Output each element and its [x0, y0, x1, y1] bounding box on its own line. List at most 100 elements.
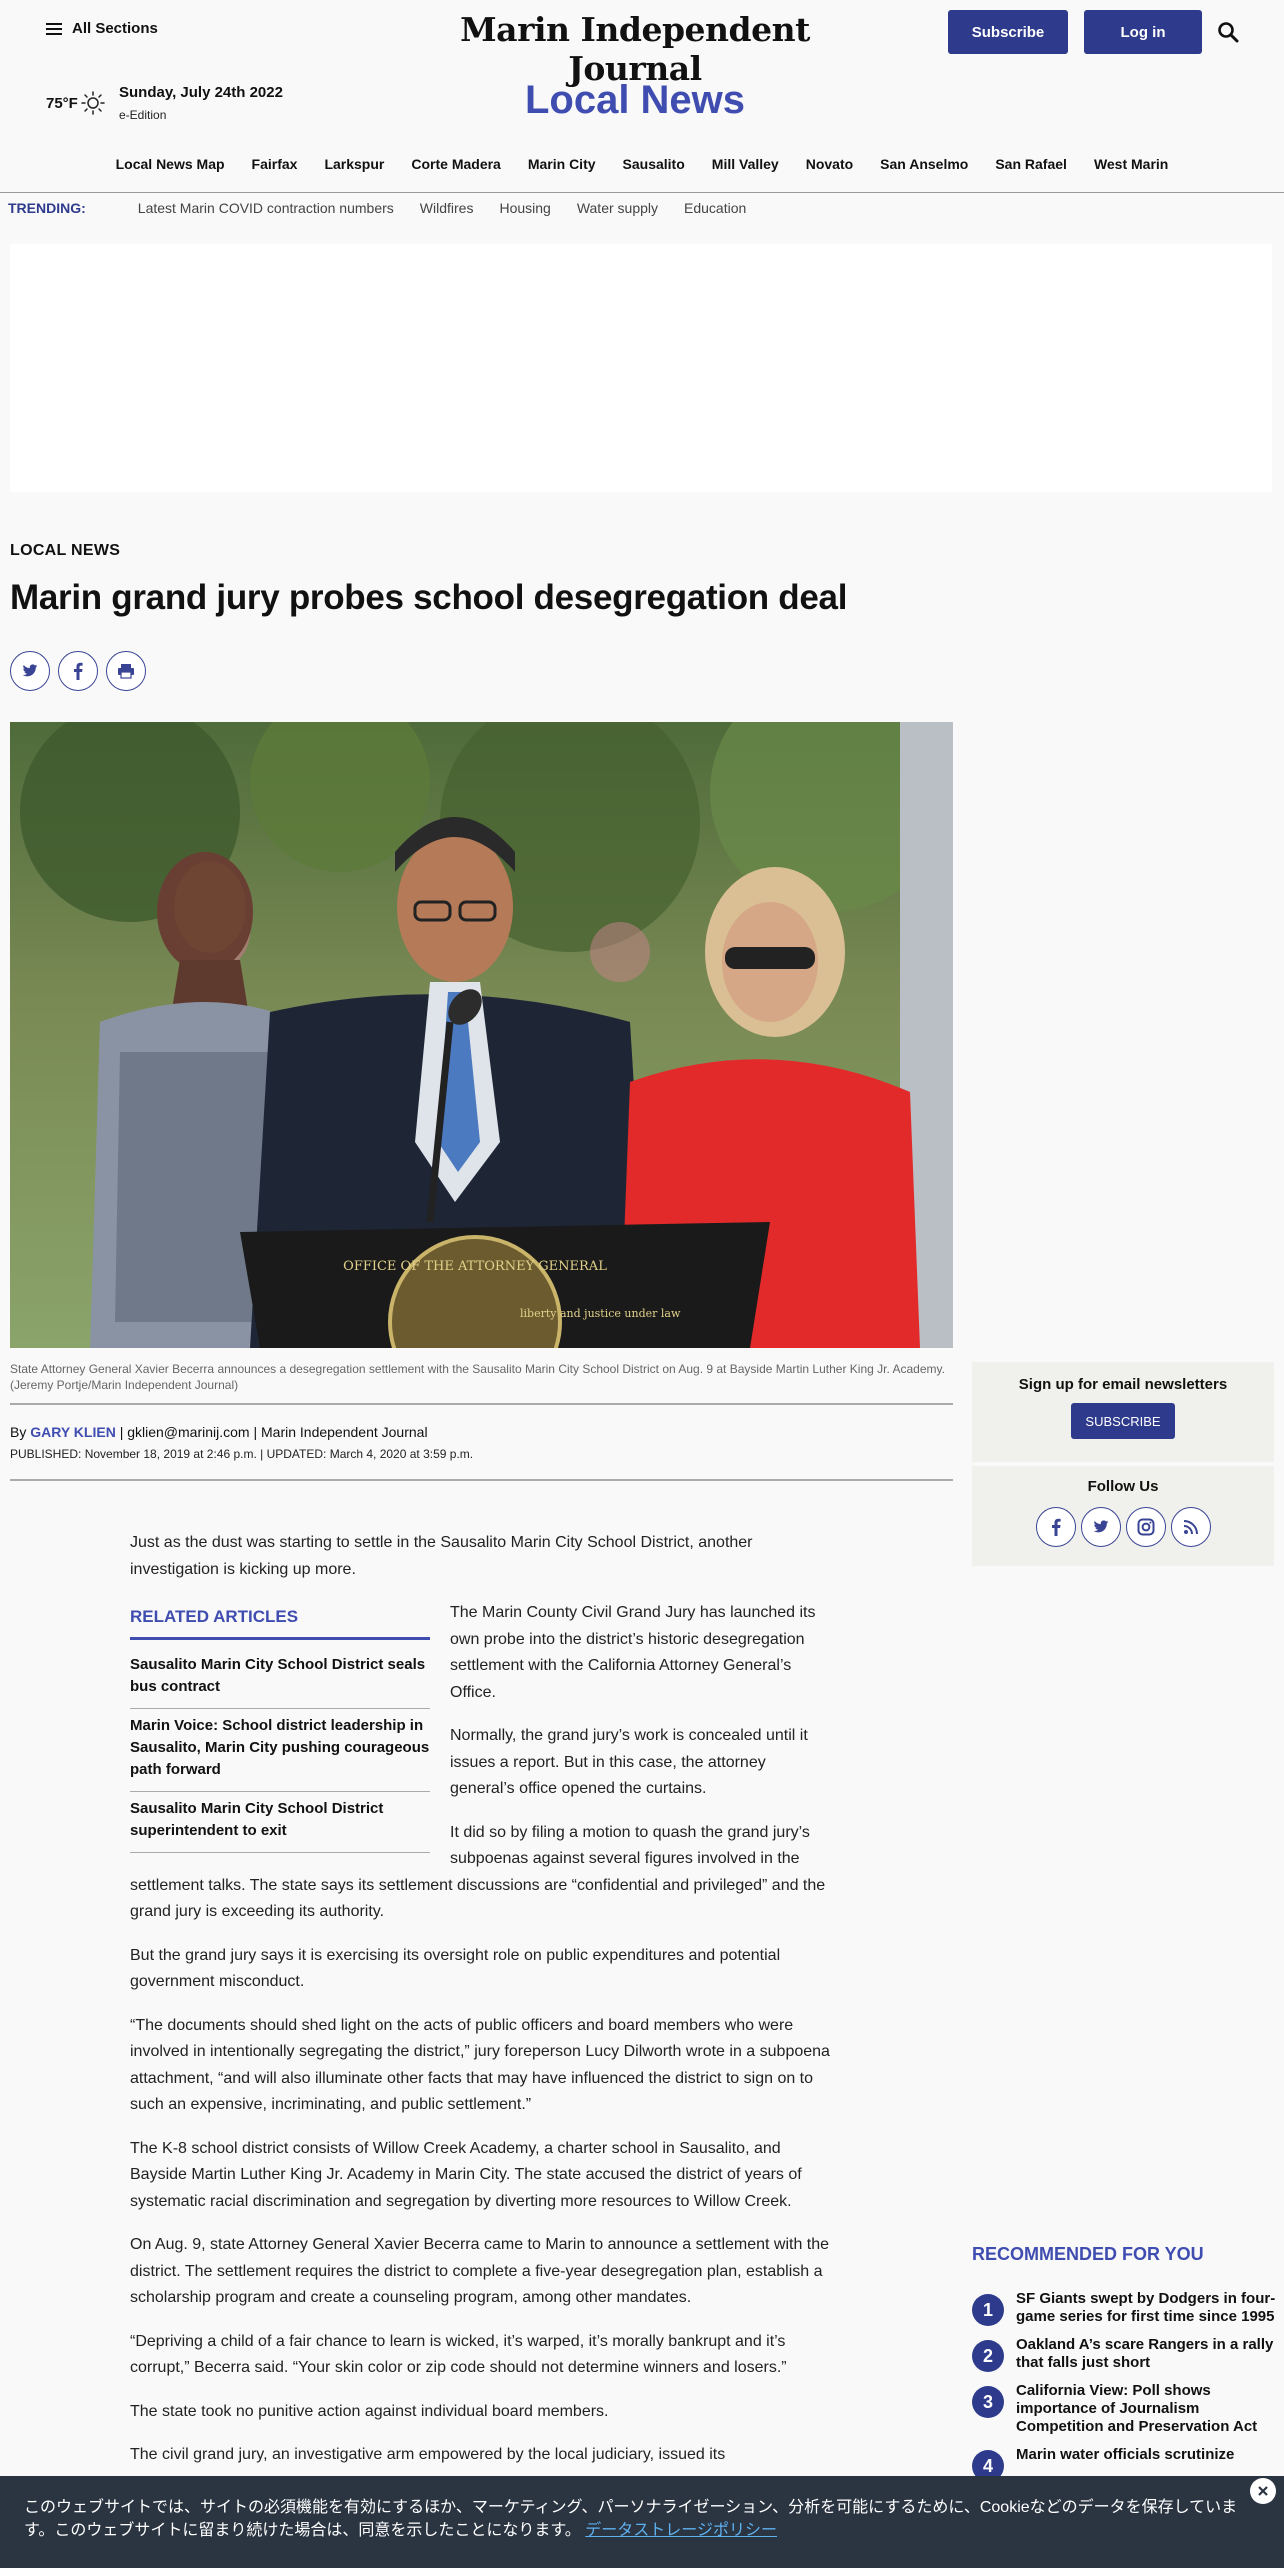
related-article-link[interactable]: Marin Voice: School district leadership …: [130, 1709, 430, 1792]
share-buttons: [10, 651, 146, 691]
site-logo[interactable]: Marin Independent Journal: [450, 10, 820, 88]
nav-item-mill-valley[interactable]: Mill Valley: [712, 156, 779, 172]
follow-facebook-button[interactable]: [1035, 1507, 1076, 1547]
article-paragraph: The K-8 school district consists of Will…: [130, 2139, 802, 2210]
recommended-link[interactable]: Marin water officials scrutinize: [1016, 2446, 1234, 2464]
print-button[interactable]: [106, 651, 146, 691]
trending-item[interactable]: Housing: [499, 200, 550, 216]
trending-item[interactable]: Water supply: [577, 200, 658, 216]
article-lead: Just as the dust was starting to settle …: [130, 1534, 753, 1578]
rss-icon: [1183, 1520, 1198, 1535]
article-paragraph: “Depriving a child of a fair chance to l…: [130, 2332, 787, 2377]
photo-caption: State Attorney General Xavier Becerra an…: [10, 1362, 945, 1392]
nav-item-novato[interactable]: Novato: [806, 156, 853, 172]
recommended-title: RECOMMENDED FOR YOU: [972, 2244, 1204, 2264]
printer-icon: [118, 664, 134, 679]
instagram-icon: [1137, 1518, 1154, 1536]
byline-prefix: By: [10, 1424, 27, 1440]
seal-text: OFFICE OF THE ATTORNEY GENERAL: [343, 1259, 607, 1274]
cookie-banner: このウェブサイトでは、サイトの必須機能を有効にするほか、マーケティング、パーソナ…: [0, 2476, 1284, 2568]
follow-title: Follow Us: [1087, 1478, 1159, 1495]
rank-badge: 2: [972, 2340, 1004, 2372]
ad-placeholder: [10, 244, 1272, 492]
subscribe-button[interactable]: Subscribe: [948, 10, 1068, 54]
current-date: Sunday, July 24th 2022: [119, 84, 283, 101]
newsletter-subscribe-button[interactable]: SUBSCRIBE: [1071, 1403, 1175, 1439]
nav-item-local-news-map[interactable]: Local News Map: [116, 156, 225, 172]
author-link[interactable]: GARY KLIEN: [30, 1424, 116, 1440]
follow-rss-button[interactable]: [1170, 1507, 1211, 1547]
article-photo[interactable]: OFFICE OF THE ATTORNEY GENERAL liberty a…: [10, 722, 953, 1348]
article-paragraph: But the grand jury says it is exercising…: [130, 1946, 781, 1991]
caption-divider: [10, 1403, 953, 1405]
nav-item-san-rafael[interactable]: San Rafael: [995, 156, 1067, 172]
header-divider: [0, 192, 1284, 193]
twitter-icon: [1093, 1520, 1108, 1533]
recommended-list: 1 SF Giants swept by Dodgers in four-gam…: [972, 2290, 1278, 2492]
related-article-link[interactable]: Sausalito Marin City School District sup…: [130, 1792, 430, 1853]
weather-widget[interactable]: 75°F: [46, 90, 106, 116]
close-icon: [1258, 2486, 1268, 2496]
cookie-close-button[interactable]: [1250, 2478, 1276, 2504]
article-kicker[interactable]: LOCAL NEWS: [10, 542, 120, 560]
article-paragraph: The civil grand jury, an investigative a…: [130, 2446, 726, 2463]
trending-item[interactable]: Latest Marin COVID contraction numbers: [138, 200, 394, 216]
publish-dates: PUBLISHED: November 18, 2019 at 2:46 p.m…: [10, 1447, 474, 1461]
temperature: 75°F: [46, 94, 78, 112]
nav-item-marin-city[interactable]: Marin City: [528, 156, 596, 172]
rank-badge: 1: [972, 2294, 1004, 2326]
trending-label: TRENDING:: [8, 200, 86, 216]
facebook-icon: [1051, 1518, 1061, 1536]
related-articles: RELATED ARTICLES Sausalito Marin City Sc…: [130, 1604, 430, 1853]
facebook-icon: [74, 662, 83, 680]
all-sections-button[interactable]: All Sections: [46, 20, 158, 37]
nav-item-larkspur[interactable]: Larkspur: [324, 156, 384, 172]
nav-item-west-marin[interactable]: West Marin: [1094, 156, 1168, 172]
follow-us: Follow Us: [972, 1466, 1274, 1566]
newsletter-signup: Sign up for email newsletters SUBSCRIBE: [972, 1362, 1274, 1462]
site-header: All Sections Marin Independent Journal S…: [0, 0, 1284, 192]
byline: By GARY KLIEN | gklien@marinij.com | Mar…: [10, 1424, 428, 1440]
nav-item-san-anselmo[interactable]: San Anselmo: [880, 156, 968, 172]
article-headline: Marin grand jury probes school desegrega…: [10, 578, 848, 617]
share-twitter-button[interactable]: [10, 651, 50, 691]
section-title[interactable]: Local News: [430, 78, 840, 123]
follow-instagram-button[interactable]: [1125, 1507, 1166, 1547]
data-storage-policy-link[interactable]: データストレージポリシー: [585, 2522, 777, 2539]
article-paragraph: The state took no punitive action agains…: [130, 2402, 609, 2420]
recommended-item[interactable]: 2 Oakland A’s scare Rangers in a rally t…: [972, 2336, 1278, 2372]
trending-bar: TRENDING: Latest Marin COVID contraction…: [8, 200, 746, 216]
byline-divider: [10, 1479, 953, 1481]
eedition-link[interactable]: e-Edition: [119, 108, 166, 122]
article-paragraph: On Aug. 9, state Attorney General Xavier…: [130, 2236, 830, 2306]
recommended-link[interactable]: Oakland A’s scare Rangers in a rally tha…: [1016, 2336, 1278, 2372]
recommended-link[interactable]: SF Giants swept by Dodgers in four-game …: [1016, 2290, 1278, 2326]
rank-badge: 3: [972, 2386, 1004, 2418]
trending-item[interactable]: Wildfires: [420, 200, 474, 216]
section-nav: Local News Map Fairfax Larkspur Corte Ma…: [0, 156, 1284, 172]
all-sections-label: All Sections: [72, 20, 158, 37]
menu-icon: [46, 22, 62, 35]
nav-item-corte-madera[interactable]: Corte Madera: [411, 156, 500, 172]
sun-icon: [81, 91, 105, 115]
article-body: Just as the dust was starting to settle …: [130, 1530, 830, 2486]
newsletter-title: Sign up for email newsletters: [1018, 1376, 1228, 1393]
trending-item[interactable]: Education: [684, 200, 746, 216]
nav-item-sausalito[interactable]: Sausalito: [623, 156, 685, 172]
twitter-icon: [22, 664, 38, 677]
cookie-text: このウェブサイトでは、サイトの必須機能を有効にするほか、マーケティング、パーソナ…: [24, 2496, 1244, 2542]
related-article-link[interactable]: Sausalito Marin City School District sea…: [130, 1648, 430, 1709]
seal-motto: liberty and justice under law: [520, 1307, 681, 1320]
share-facebook-button[interactable]: [58, 651, 98, 691]
recommended-item[interactable]: 1 SF Giants swept by Dodgers in four-gam…: [972, 2290, 1278, 2326]
related-title: RELATED ARTICLES: [130, 1604, 430, 1640]
follow-twitter-button[interactable]: [1080, 1507, 1121, 1547]
login-button[interactable]: Log in: [1084, 10, 1202, 54]
nav-item-fairfax[interactable]: Fairfax: [252, 156, 298, 172]
photo-illustration: OFFICE OF THE ATTORNEY GENERAL liberty a…: [10, 722, 953, 1348]
search-icon[interactable]: [1216, 20, 1240, 44]
article-paragraph: “The documents should shed light on the …: [130, 2016, 830, 2114]
recommended-item[interactable]: 3 California View: Poll shows importance…: [972, 2382, 1278, 2436]
recommended-link[interactable]: California View: Poll shows importance o…: [1016, 2382, 1278, 2436]
byline-details: | gklien@marinij.com | Marin Independent…: [115, 1424, 428, 1440]
